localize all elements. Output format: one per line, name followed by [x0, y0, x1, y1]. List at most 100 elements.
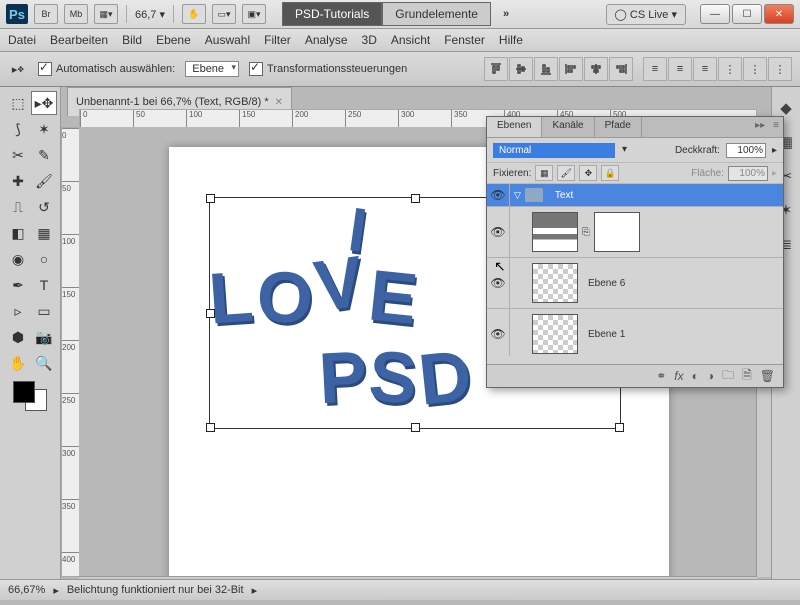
close-tab-icon[interactable]: ✕ — [275, 97, 283, 108]
panel-tab-pfade[interactable]: Pfade — [595, 117, 642, 137]
tool-stamp[interactable]: ⎍ — [5, 195, 31, 219]
tool-blur[interactable]: ◉ — [5, 247, 31, 271]
align-left-icon[interactable] — [559, 57, 583, 81]
adjustment-icon[interactable]: ◑ — [707, 369, 714, 383]
tool-crop[interactable]: ✂ — [5, 143, 31, 167]
layer-thumb[interactable] — [532, 212, 578, 252]
menu-ansicht[interactable]: Ansicht — [391, 33, 430, 47]
visibility-icon[interactable]: 👁 — [487, 309, 510, 356]
new-group-icon[interactable]: 🗀 — [722, 366, 734, 387]
layer-thumb[interactable] — [532, 314, 578, 354]
tool-move[interactable]: ▸✥ — [31, 91, 57, 115]
layers-panel[interactable]: Ebenen Kanäle Pfade ▸▸ ≡ Normal Deckkraf… — [486, 116, 784, 388]
auto-select-checkbox[interactable]: Automatisch auswählen: — [38, 62, 175, 76]
tool-3d[interactable]: ⬢ — [5, 325, 31, 349]
distribute-5-icon[interactable]: ⋮ — [743, 57, 767, 81]
fill-input[interactable]: 100% — [728, 166, 768, 181]
distribute-3-icon[interactable]: ≡ — [693, 57, 717, 81]
menu-datei[interactable]: Datei — [8, 33, 36, 47]
menu-hilfe[interactable]: Hilfe — [499, 33, 523, 47]
menu-auswahl[interactable]: Auswahl — [205, 33, 250, 47]
lock-transparent-icon[interactable]: ▦ — [535, 165, 553, 181]
close-button[interactable]: ✕ — [764, 4, 794, 24]
layer-fx-icon[interactable]: fx — [674, 369, 683, 383]
tool-lasso[interactable]: ⟆ — [5, 117, 31, 141]
panel-collapse-icon[interactable]: ▸▸ — [751, 117, 769, 137]
tool-pen[interactable]: ✒ — [5, 273, 31, 297]
align-hcenter-icon[interactable] — [584, 57, 608, 81]
visibility-icon[interactable]: 👁 — [487, 258, 510, 308]
fold-icon[interactable]: ▽ — [514, 190, 521, 201]
visibility-icon[interactable]: 👁 — [487, 207, 510, 257]
workspace-tab-grund[interactable]: Grundelemente — [382, 2, 491, 26]
cs-live-button[interactable]: ◯ CS Live ▾ — [606, 4, 686, 25]
tool-path[interactable]: ▹ — [5, 299, 31, 323]
tool-heal[interactable]: ✚ — [5, 169, 31, 193]
menu-ebene[interactable]: Ebene — [156, 33, 191, 47]
panel-tab-kanale[interactable]: Kanäle — [542, 117, 594, 137]
menu-3d[interactable]: 3D — [362, 33, 377, 47]
menu-filter[interactable]: Filter — [264, 33, 291, 47]
menu-bearbeiten[interactable]: Bearbeiten — [50, 33, 108, 47]
workspace-tab-psd[interactable]: PSD-Tutorials — [282, 2, 382, 26]
screen-mode-button[interactable]: ▣▾ — [242, 4, 266, 24]
layer-thumb[interactable] — [532, 263, 578, 303]
lock-position-icon[interactable]: ✥ — [579, 165, 597, 181]
status-zoom[interactable]: 66,67% — [8, 584, 45, 596]
tool-shape[interactable]: ▭ — [31, 299, 57, 323]
distribute-1-icon[interactable]: ≡ — [643, 57, 667, 81]
layer-mask[interactable] — [594, 212, 640, 252]
blend-mode-dropdown[interactable]: Normal — [493, 143, 615, 158]
tool-history[interactable]: ↺ — [31, 195, 57, 219]
tool-wand[interactable]: ✶ — [31, 117, 57, 141]
align-right-icon[interactable] — [609, 57, 633, 81]
align-top-icon[interactable] — [484, 57, 508, 81]
tool-dodge[interactable]: ○ — [31, 247, 57, 271]
view-extras-button[interactable]: ▦▾ — [94, 4, 118, 24]
link-layers-icon[interactable]: ⚭ — [656, 369, 666, 383]
lock-pixels-icon[interactable]: 🖌 — [557, 165, 575, 181]
menu-fenster[interactable]: Fenster — [444, 33, 485, 47]
align-bottom-icon[interactable] — [534, 57, 558, 81]
minimize-button[interactable]: — — [700, 4, 730, 24]
distribute-2-icon[interactable]: ≡ — [668, 57, 692, 81]
align-vcenter-icon[interactable] — [509, 57, 533, 81]
tool-type[interactable]: T — [31, 273, 57, 297]
new-layer-icon[interactable]: 🗎 — [742, 366, 752, 387]
tool-eraser[interactable]: ◧ — [5, 221, 31, 245]
hand-button[interactable]: ✋ — [182, 4, 206, 24]
menu-analyse[interactable]: Analyse — [305, 33, 348, 47]
bridge-button[interactable]: Br — [34, 4, 58, 24]
distribute-6-icon[interactable]: ⋮ — [768, 57, 792, 81]
panel-menu-icon[interactable]: ≡ — [769, 117, 783, 137]
maximize-button[interactable]: ☐ — [732, 4, 762, 24]
layer-group-text[interactable]: 👁 ▽ Text — [487, 184, 783, 207]
visibility-icon[interactable]: 👁 — [487, 184, 510, 206]
layer-smartobj[interactable]: 👁 ⎘ — [487, 207, 783, 258]
tool-hand[interactable]: ✋ — [5, 351, 31, 375]
tool-eyedropper[interactable]: ✎ — [31, 143, 57, 167]
tool-brush[interactable]: 🖌 — [31, 169, 57, 193]
zoom-dropdown[interactable]: 66,7 ▾ — [135, 8, 165, 21]
auto-select-target[interactable]: Ebene — [185, 61, 239, 77]
workspace-more[interactable]: » — [503, 8, 509, 20]
menu-bild[interactable]: Bild — [122, 33, 142, 47]
tool-3dcam[interactable]: 📷 — [31, 325, 57, 349]
arrange-button[interactable]: ▭▾ — [212, 4, 236, 24]
foreground-color[interactable] — [13, 381, 35, 403]
delete-layer-icon[interactable]: 🗑 — [760, 369, 775, 383]
layer-ebene6[interactable]: 👁 Ebene 6 — [487, 258, 783, 309]
color-swatches[interactable] — [2, 381, 58, 411]
tool-move-group[interactable]: ⬚ — [5, 91, 31, 115]
tool-gradient[interactable]: ▦ — [31, 221, 57, 245]
tool-zoom[interactable]: 🔍 — [31, 351, 57, 375]
layer-ebene1[interactable]: 👁 Ebene 1 — [487, 309, 783, 356]
layer-mask-icon[interactable]: ◐ — [692, 369, 699, 383]
distribute-4-icon[interactable]: ⋮ — [718, 57, 742, 81]
link-icon[interactable]: ⎘ — [582, 227, 590, 238]
minibridge-button[interactable]: Mb — [64, 4, 88, 24]
opacity-input[interactable]: 100% — [726, 143, 766, 158]
panel-tab-ebenen[interactable]: Ebenen — [487, 117, 542, 137]
transform-controls-checkbox[interactable]: Transformationssteuerungen — [249, 62, 407, 76]
lock-all-icon[interactable]: 🔒 — [601, 165, 619, 181]
